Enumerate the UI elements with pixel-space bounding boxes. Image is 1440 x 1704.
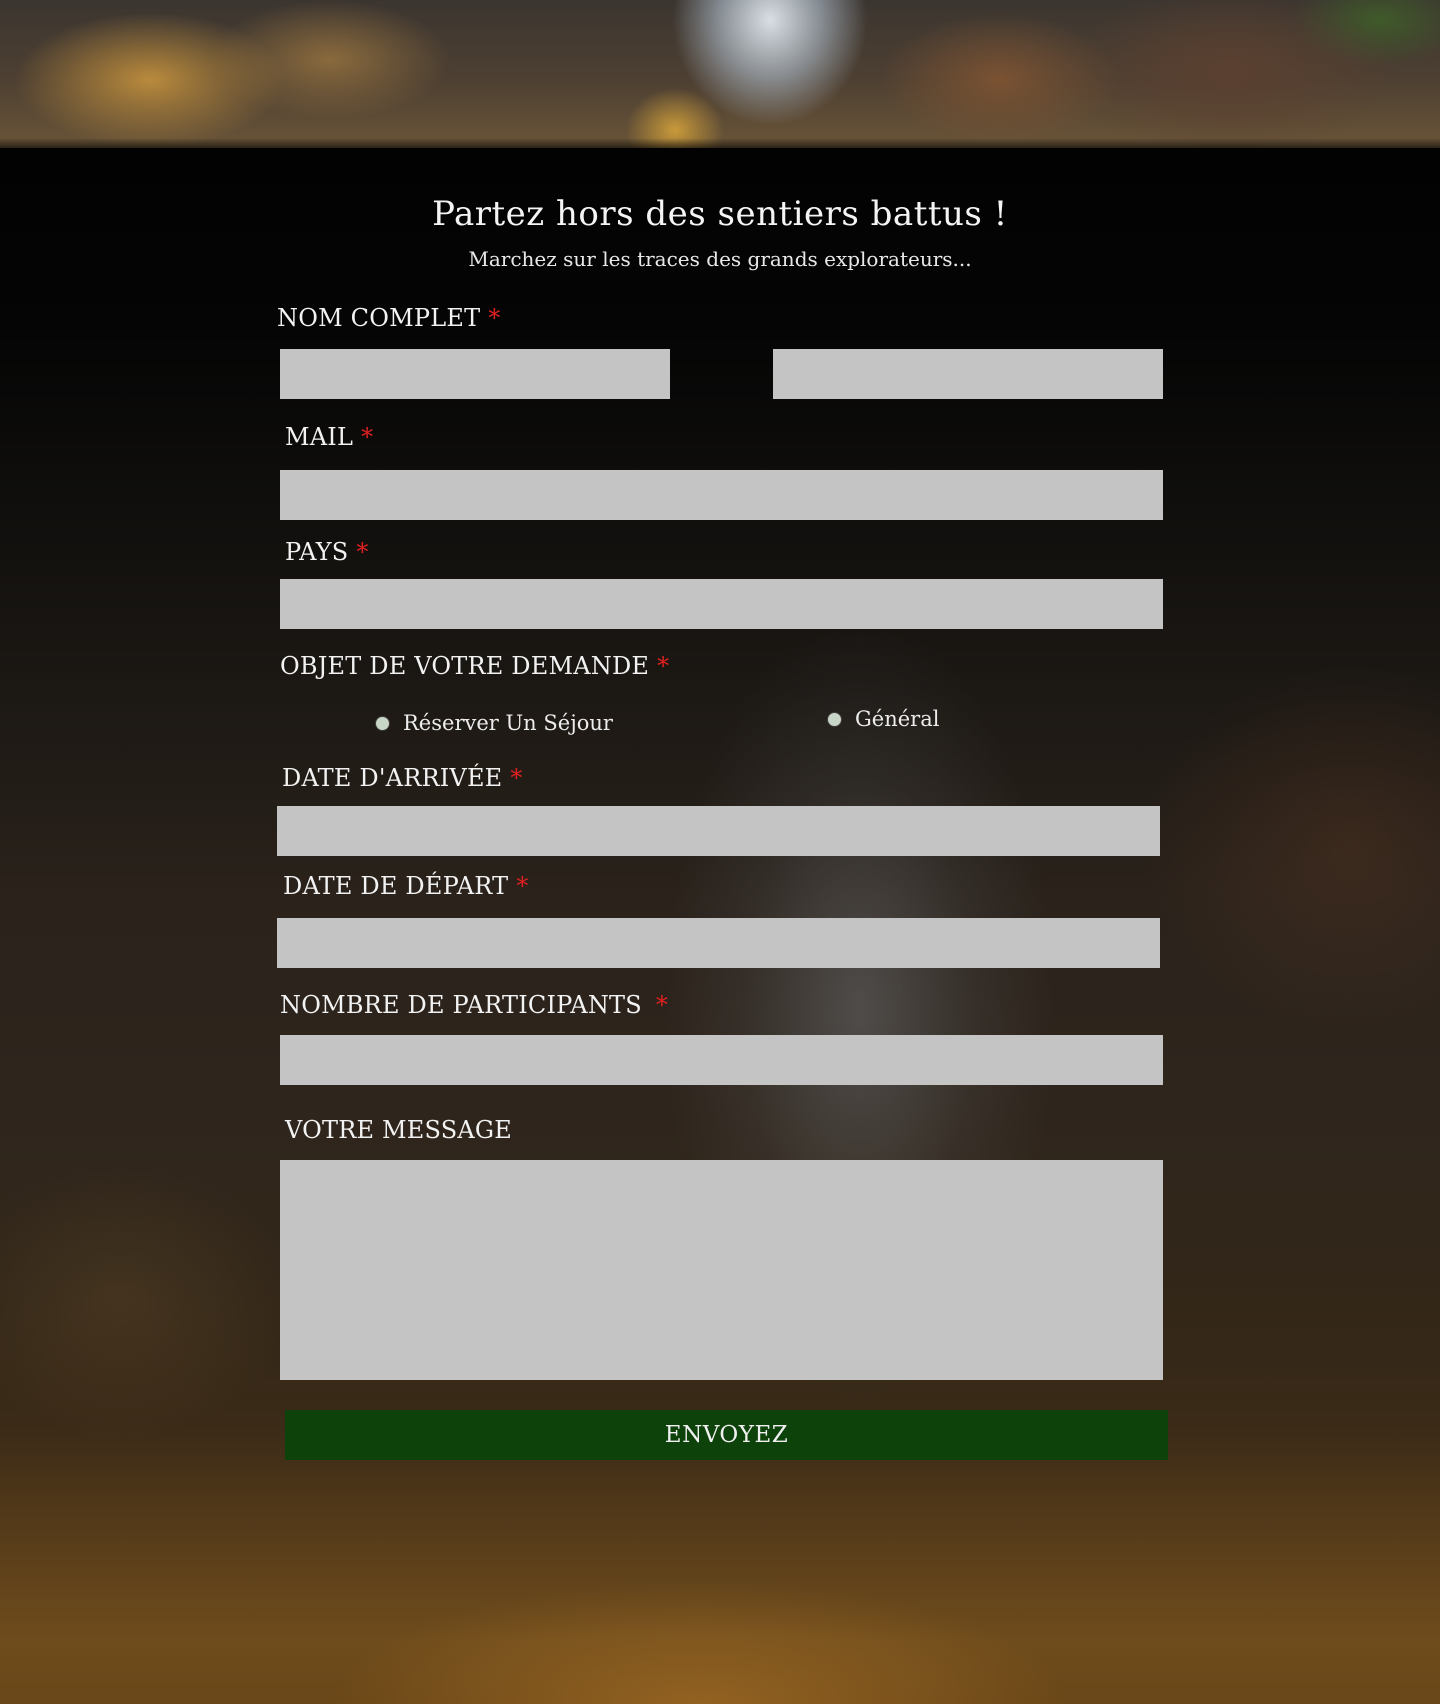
hero-waterfall-image: [0, 0, 1440, 148]
message-textarea[interactable]: [280, 1160, 1163, 1380]
mail-label: MAIL *: [285, 423, 374, 451]
radio-button[interactable]: [828, 712, 841, 726]
required-asterisk: *: [488, 304, 501, 332]
last-name-input[interactable]: [773, 349, 1163, 399]
full-name-label: NOM COMPLET *: [277, 304, 501, 332]
required-asterisk: *: [655, 991, 669, 1019]
arrival-date-input[interactable]: [277, 806, 1160, 856]
radio-option-label: Général: [855, 707, 940, 731]
required-asterisk: *: [356, 538, 369, 566]
required-asterisk: *: [361, 423, 374, 451]
first-name-input[interactable]: [280, 349, 670, 399]
submit-button[interactable]: ENVOYEZ: [285, 1410, 1168, 1460]
radio-option-general[interactable]: Général: [828, 707, 939, 731]
page-subtitle: Marchez sur les traces des grands explor…: [468, 247, 972, 271]
participants-input[interactable]: [280, 1035, 1163, 1085]
required-asterisk: *: [516, 872, 529, 900]
message-label: VOTRE MESSAGE: [285, 1116, 512, 1144]
required-asterisk: *: [657, 652, 670, 680]
required-asterisk: *: [510, 764, 523, 792]
radio-option-label: Réserver Un Séjour: [403, 711, 613, 735]
radio-option-reserver[interactable]: Réserver Un Séjour: [376, 711, 613, 735]
page-title: Partez hors des sentiers battus !: [432, 194, 1008, 234]
departure-date-label: DATE DE DÉPART *: [283, 872, 529, 900]
participants-label: NOMBRE DE PARTICIPANTS *: [280, 991, 669, 1019]
mail-input[interactable]: [280, 470, 1163, 520]
departure-date-input[interactable]: [277, 918, 1160, 968]
arrival-date-label: DATE D'ARRIVÉE *: [282, 764, 523, 792]
subject-label: OBJET DE VOTRE DEMANDE *: [280, 652, 670, 680]
country-input[interactable]: [280, 579, 1163, 629]
radio-button[interactable]: [376, 716, 389, 730]
country-label: PAYS *: [285, 538, 369, 566]
